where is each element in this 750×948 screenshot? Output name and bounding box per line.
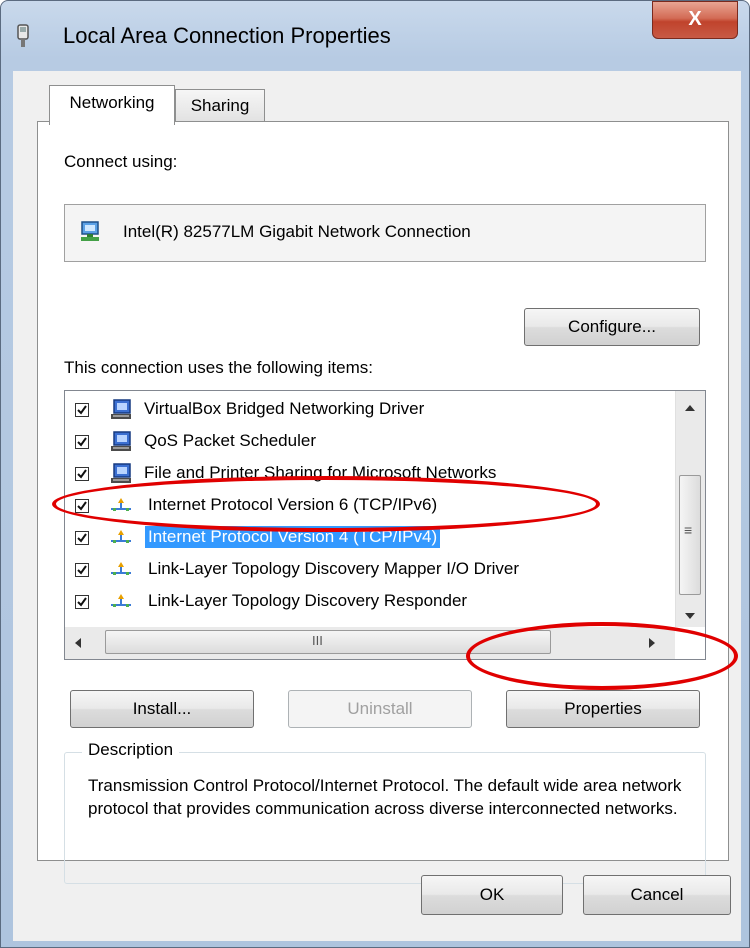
annotation-ellipse-ipv4 [52, 476, 600, 532]
vertical-scroll-thumb[interactable]: ≡ [679, 475, 701, 595]
configure-button[interactable]: Configure... [524, 308, 700, 346]
description-legend: Description [82, 740, 180, 760]
item-label: Link-Layer Topology Discovery Mapper I/O… [148, 559, 519, 578]
connect-using-label: Connect using: [64, 152, 178, 171]
install-button[interactable]: Install... [70, 690, 254, 728]
ok-button-label: OK [479, 885, 505, 904]
properties-button-label: Properties [564, 699, 642, 718]
scroll-down-icon[interactable] [685, 613, 695, 619]
adapter-name: Intel(R) 82577LM Gigabit Network Connect… [123, 222, 471, 241]
network-client-icon [109, 462, 133, 486]
tab-networking[interactable]: Networking [49, 85, 175, 125]
description-text: Transmission Control Protocol/Internet P… [88, 776, 682, 818]
scroll-left-icon[interactable] [75, 638, 81, 648]
cancel-button[interactable]: Cancel [583, 875, 731, 915]
item-checkbox[interactable] [75, 531, 89, 545]
ok-button[interactable]: OK [421, 875, 563, 915]
annotation-ellipse-properties [466, 622, 738, 690]
item-label: QoS Packet Scheduler [144, 431, 316, 450]
vertical-scrollbar[interactable]: ≡ [675, 391, 705, 627]
configure-button-label: Configure... [568, 317, 656, 336]
cancel-button-label: Cancel [630, 885, 684, 904]
network-client-icon [109, 398, 133, 422]
item-checkbox[interactable] [75, 595, 89, 609]
protocol-icon [109, 590, 133, 614]
item-checkbox[interactable] [75, 467, 89, 481]
adapter-field: Intel(R) 82577LM Gigabit Network Connect… [64, 204, 706, 262]
tab-networking-label: Networking [69, 93, 155, 112]
item-checkbox[interactable] [75, 403, 89, 417]
scroll-grip-icon: III [312, 633, 323, 648]
list-item[interactable]: Link-Layer Topology Discovery Mapper I/O… [65, 555, 675, 587]
close-button[interactable]: X [652, 1, 738, 39]
scroll-up-icon[interactable] [685, 405, 695, 411]
title-bar[interactable]: Local Area Connection Properties X [1, 1, 749, 73]
list-item[interactable]: Link-Layer Topology Discovery Responder [65, 587, 675, 619]
list-item[interactable]: VirtualBox Bridged Networking Driver [65, 395, 675, 427]
network-adapter-icon [15, 23, 31, 49]
protocol-icon [109, 526, 133, 550]
item-checkbox[interactable] [75, 435, 89, 449]
scroll-grip-icon: ≡ [684, 522, 693, 538]
protocol-icon [109, 558, 133, 582]
uninstall-button-label: Uninstall [347, 699, 413, 718]
uninstall-button[interactable]: Uninstall [288, 690, 472, 728]
items-label: This connection uses the following items… [64, 358, 373, 377]
network-client-icon [109, 430, 133, 454]
item-label: Link-Layer Topology Discovery Responder [148, 591, 468, 610]
item-label: VirtualBox Bridged Networking Driver [144, 399, 425, 418]
install-button-label: Install... [132, 699, 192, 718]
item-checkbox[interactable] [75, 563, 89, 577]
tab-sharing[interactable]: Sharing [175, 89, 265, 123]
network-card-icon [79, 221, 101, 243]
list-item[interactable]: QoS Packet Scheduler [65, 427, 675, 459]
close-icon: X [688, 8, 702, 30]
window-title: Local Area Connection Properties [63, 23, 391, 48]
properties-button[interactable]: Properties [506, 690, 700, 728]
tab-sharing-label: Sharing [190, 96, 250, 115]
properties-dialog: Local Area Connection Properties X Netwo… [0, 0, 750, 948]
